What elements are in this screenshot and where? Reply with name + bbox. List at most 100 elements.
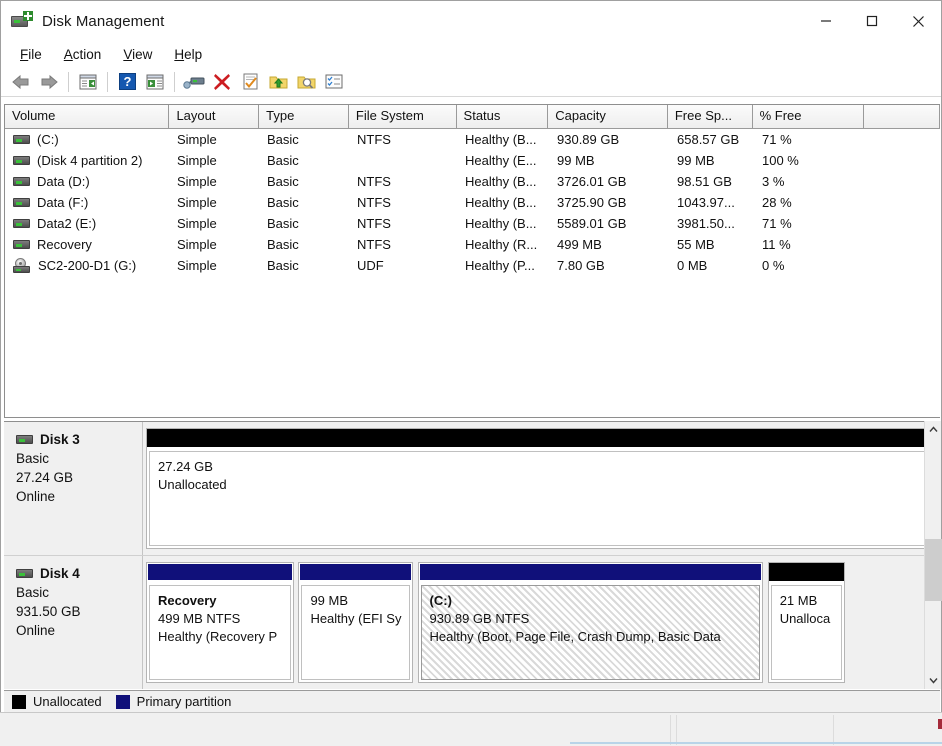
- properties-page-icon[interactable]: [236, 69, 264, 95]
- column-header-free-sp[interactable]: Free Sp...: [668, 105, 753, 128]
- hard-disk-drive-icon: [13, 175, 30, 188]
- disk-size: 931.50 GB: [16, 604, 142, 619]
- partition-color-bar: [419, 563, 762, 581]
- column-header-file-system[interactable]: File System: [349, 105, 457, 128]
- partition-text: Recovery499 MB NTFSHealthy (Recovery P: [150, 586, 290, 647]
- disk-type: Basic: [16, 585, 142, 600]
- cell-status: Healthy (B...: [458, 132, 550, 147]
- partition-block[interactable]: 99 MBHealthy (EFI Sy: [298, 562, 412, 683]
- folder-magnifier-icon[interactable]: [292, 69, 320, 95]
- cell-free-space: 99 MB: [670, 153, 755, 168]
- scroll-down-button[interactable]: [925, 672, 942, 689]
- cell-status: Healthy (B...: [458, 195, 550, 210]
- column-header-volume[interactable]: Volume: [5, 105, 169, 128]
- disk-info-panel[interactable]: Disk 4Basic931.50 GBOnline: [4, 556, 143, 689]
- forward-arrow-icon[interactable]: [35, 69, 63, 95]
- partition-block[interactable]: Recovery499 MB NTFSHealthy (Recovery P: [146, 562, 294, 683]
- console-tree-icon[interactable]: [74, 69, 102, 95]
- legend-label: Unallocated: [33, 694, 102, 709]
- cell-percent-free: 11 %: [755, 237, 867, 252]
- menu-action[interactable]: Action: [53, 45, 113, 64]
- background-window-accent-line: [570, 742, 942, 744]
- hard-disk-drive-icon: [13, 133, 30, 146]
- hard-disk-drive-icon: [13, 238, 30, 251]
- partition-block[interactable]: 21 MBUnalloca: [768, 562, 846, 683]
- legend-swatch: [12, 695, 26, 709]
- partition-text: 27.24 GBUnallocated: [150, 452, 936, 495]
- disk-info-panel[interactable]: Disk 3Basic27.24 GBOnline: [4, 422, 143, 555]
- table-row[interactable]: RecoverySimpleBasicNTFSHealthy (R...499 …: [5, 234, 940, 255]
- cell-volume: Data2 (E:): [5, 216, 170, 231]
- cell-volume: (C:): [5, 132, 170, 147]
- maximize-button[interactable]: [849, 1, 895, 41]
- cell-layout: Simple: [170, 216, 260, 231]
- cell-capacity: 3725.90 GB: [550, 195, 670, 210]
- menu-accel-key: A: [64, 47, 73, 62]
- column-header-label: Status: [464, 108, 501, 123]
- cell-type: Basic: [260, 258, 350, 273]
- toolbar-separator: [68, 72, 69, 92]
- cell-status: Healthy (E...: [458, 153, 550, 168]
- menu-view[interactable]: View: [112, 45, 163, 64]
- disk-row: Disk 3Basic27.24 GBOnline27.24 GBUnalloc…: [4, 422, 940, 556]
- background-status-segment: [670, 715, 671, 745]
- column-header-label: Type: [266, 108, 294, 123]
- folder-up-arrow-icon[interactable]: [264, 69, 292, 95]
- menu-help[interactable]: Help: [163, 45, 213, 64]
- back-arrow-icon[interactable]: [7, 69, 35, 95]
- hard-disk-drive-icon: [13, 154, 30, 167]
- background-window: [0, 712, 942, 746]
- partition-block[interactable]: (C:)930.89 GB NTFSHealthy (Boot, Page Fi…: [418, 562, 763, 683]
- action-pane-icon[interactable]: [141, 69, 169, 95]
- volume-list-header: VolumeLayout Type File System Status Capacit…: [5, 105, 940, 129]
- legend-item: Unallocated: [12, 694, 102, 709]
- volume-list-pane: VolumeLayout Type File System Status Capacit…: [4, 104, 940, 418]
- column-header-layout[interactable]: Layout: [169, 105, 259, 128]
- cell-type: Basic: [260, 237, 350, 252]
- cell-status: Healthy (B...: [458, 174, 550, 189]
- partition-detail: 27.24 GBUnallocated: [149, 451, 937, 546]
- column-header-blank[interactable]: [864, 105, 940, 128]
- minimize-button[interactable]: [803, 1, 849, 41]
- menu-file[interactable]: File: [9, 45, 53, 64]
- partition-status: Healthy (Recovery P: [158, 629, 290, 644]
- table-row[interactable]: Data (F:)SimpleBasicNTFSHealthy (B...372…: [5, 192, 940, 213]
- scrollbar-thumb[interactable]: [925, 539, 942, 601]
- table-row[interactable]: (C:)SimpleBasicNTFSHealthy (B...930.89 G…: [5, 129, 940, 150]
- close-button[interactable]: [895, 1, 941, 41]
- partition-area: Recovery499 MB NTFSHealthy (Recovery P99…: [146, 562, 940, 683]
- table-row[interactable]: Data (D:)SimpleBasicNTFSHealthy (B...372…: [5, 171, 940, 192]
- disk-title: Disk 3: [16, 432, 142, 447]
- background-status-segment: [833, 715, 834, 745]
- help-question-icon[interactable]: ?: [113, 69, 141, 95]
- scroll-up-button[interactable]: [925, 421, 942, 438]
- cell-volume: (Disk 4 partition 2): [5, 153, 170, 168]
- cell-capacity: 5589.01 GB: [550, 216, 670, 231]
- table-row[interactable]: (Disk 4 partition 2)SimpleBasicHealthy (…: [5, 150, 940, 171]
- hard-disk-drive-icon: [16, 567, 33, 580]
- hard-disk-drive-icon: [13, 217, 30, 230]
- drive-icon[interactable]: [180, 69, 208, 95]
- volume-label: SC2-200-D1 (G:): [38, 258, 136, 273]
- cell-volume: SC2-200-D1 (G:): [5, 258, 170, 273]
- table-row[interactable]: SC2-200-D1 (G:)SimpleBasicUDFHealthy (P.…: [5, 255, 940, 276]
- column-header-free[interactable]: % Free: [753, 105, 865, 128]
- partition-color-bar: [147, 429, 939, 447]
- column-header-type[interactable]: Type: [259, 105, 349, 128]
- hard-disk-drive-icon: [13, 196, 30, 209]
- disk-title: Disk 4: [16, 566, 142, 581]
- cell-free-space: 1043.97...: [670, 195, 755, 210]
- partition-text: 21 MBUnalloca: [772, 586, 842, 629]
- partition-color-bar: [147, 563, 293, 581]
- cell-layout: Simple: [170, 258, 260, 273]
- table-row[interactable]: Data2 (E:)SimpleBasicNTFSHealthy (B...55…: [5, 213, 940, 234]
- menu-label: ction: [73, 47, 102, 62]
- checklist-icon[interactable]: [320, 69, 348, 95]
- disk-type: Basic: [16, 451, 142, 466]
- window-title: Disk Management: [42, 13, 164, 30]
- partition-block[interactable]: 27.24 GBUnallocated: [146, 428, 940, 549]
- column-header-status[interactable]: Status: [457, 105, 549, 128]
- red-x-icon[interactable]: [208, 69, 236, 95]
- graphical-view-scrollbar[interactable]: [924, 421, 941, 689]
- column-header-capacity[interactable]: Capacity: [548, 105, 668, 128]
